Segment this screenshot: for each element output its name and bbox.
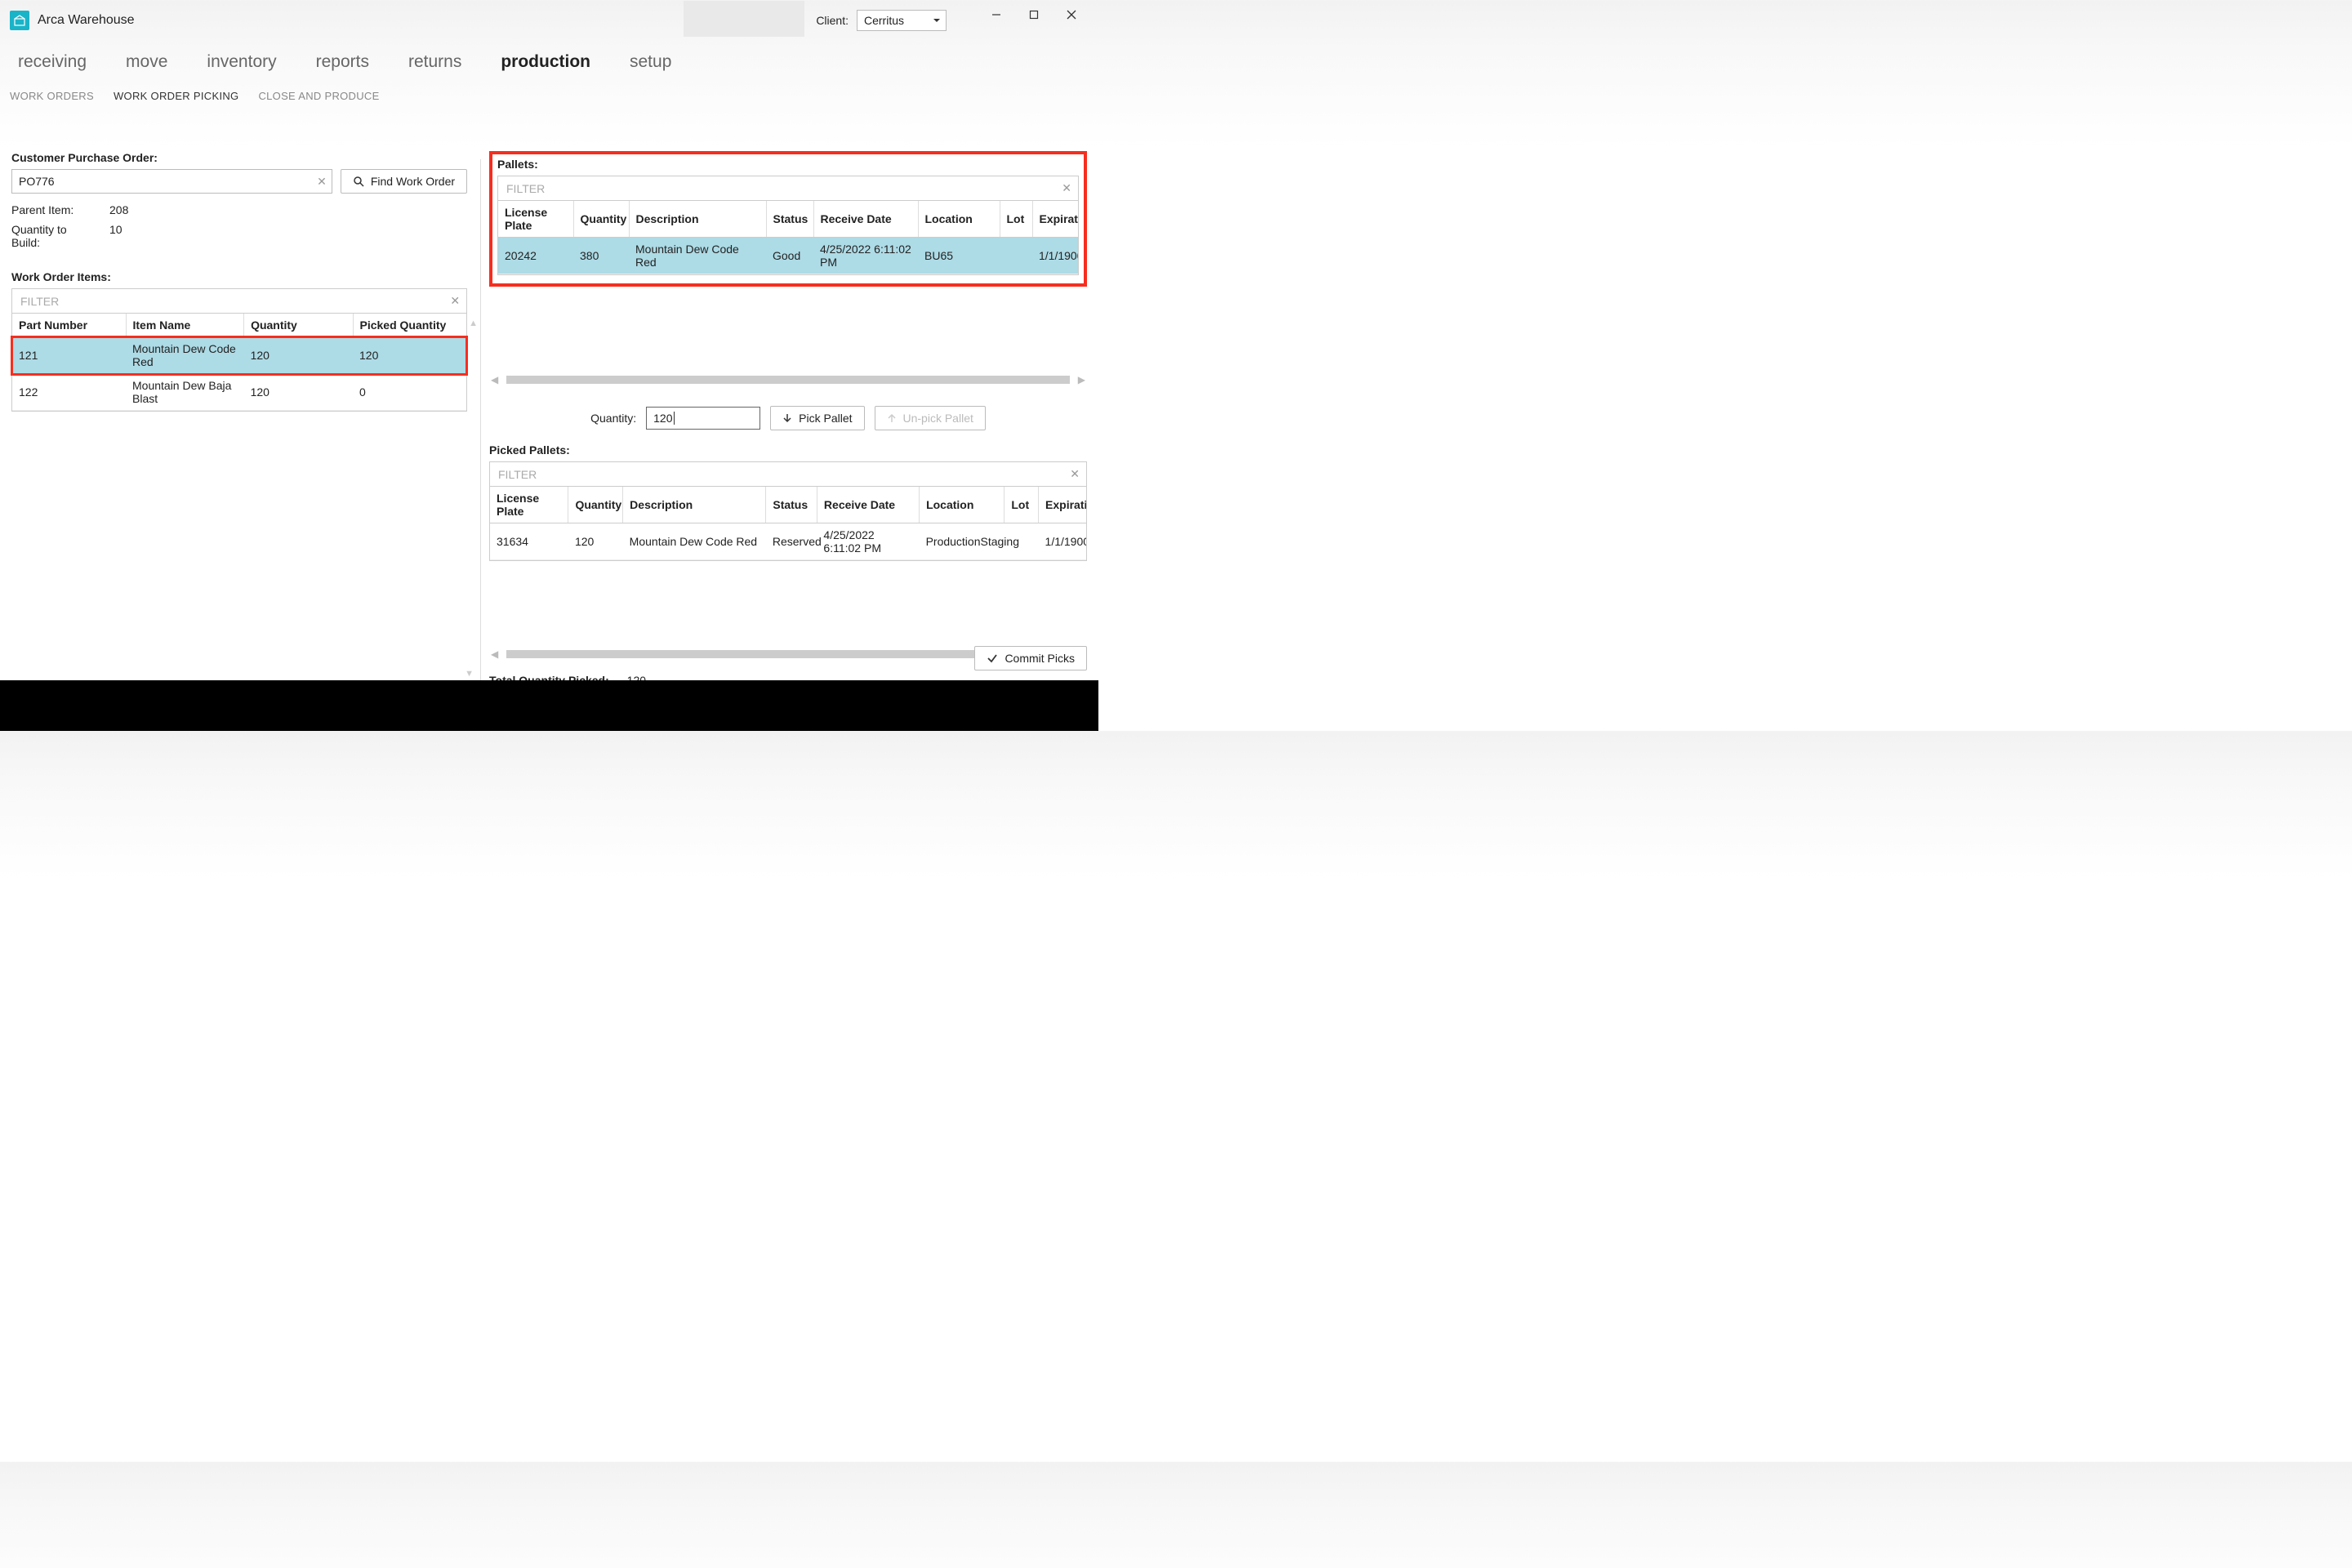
column-header[interactable]: Item Name <box>126 314 244 337</box>
inactive-tab[interactable] <box>684 1 804 37</box>
arrow-up-icon <box>887 413 897 423</box>
column-header[interactable]: License Plate <box>490 487 568 523</box>
clear-icon[interactable]: ✕ <box>450 294 460 308</box>
clear-icon[interactable]: ✕ <box>1062 181 1071 195</box>
client-label: Client: <box>816 14 849 27</box>
client-select[interactable]: Cerritus <box>857 10 947 31</box>
close-button[interactable] <box>1053 3 1090 26</box>
quantity-value: 120 <box>653 412 672 425</box>
nav-inventory[interactable]: inventory <box>207 52 276 72</box>
titlebar: Arca Warehouse Client: Cerritus <box>0 0 1098 41</box>
minimize-button[interactable] <box>978 3 1015 26</box>
picked-filter-input[interactable]: FILTER ✕ <box>490 462 1086 487</box>
filter-placeholder: FILTER <box>506 182 545 195</box>
pallets-label: Pallets: <box>497 158 1079 171</box>
parent-item-value: 208 <box>109 203 128 216</box>
column-header[interactable]: Description <box>623 487 766 523</box>
maximize-button[interactable] <box>1015 3 1053 26</box>
column-header[interactable]: Lot <box>1000 201 1032 238</box>
commit-picks-button[interactable]: Commit Picks <box>974 646 1087 670</box>
po-label: Customer Purchase Order: <box>11 151 467 164</box>
nav-receiving[interactable]: receiving <box>18 52 87 72</box>
unpick-label: Un-pick Pallet <box>903 412 973 425</box>
window-controls <box>978 3 1090 26</box>
picked-pallets-table: FILTER ✕ License PlateQuantityDescriptio… <box>489 461 1087 561</box>
quantity-input[interactable]: 120 <box>646 407 760 430</box>
pallets-filter-input[interactable]: FILTER ✕ <box>498 176 1078 201</box>
qty-build-label: Quantity to Build: <box>11 223 93 249</box>
filter-placeholder: FILTER <box>498 468 537 481</box>
items-filter-input[interactable]: FILTER ✕ <box>12 289 466 314</box>
column-header[interactable]: License Plate <box>498 201 573 238</box>
find-work-order-button[interactable]: Find Work Order <box>341 169 467 194</box>
check-icon <box>987 653 998 664</box>
app-title: Arca Warehouse <box>38 13 135 28</box>
find-label: Find Work Order <box>371 175 455 188</box>
filter-placeholder: FILTER <box>20 295 59 308</box>
left-pane: Customer Purchase Order: PO776 ✕ Find Wo… <box>11 151 472 680</box>
column-header[interactable]: Location <box>918 201 1000 238</box>
bottom-bar <box>0 680 1098 731</box>
quantity-label: Quantity: <box>590 412 636 425</box>
unpick-pallet-button[interactable]: Un-pick Pallet <box>875 406 986 430</box>
subnav-item[interactable]: CLOSE AND PRODUCE <box>258 90 379 102</box>
scroll-left-icon[interactable]: ◀ <box>489 374 500 385</box>
column-header[interactable]: Description <box>629 201 766 238</box>
column-header[interactable]: Receive Date <box>817 487 919 523</box>
nav-reports[interactable]: reports <box>316 52 369 72</box>
column-header[interactable]: Quantity <box>568 487 623 523</box>
column-header[interactable]: Status <box>766 487 817 523</box>
scroll-up-icon[interactable]: ▲ <box>469 318 478 328</box>
client-selected: Cerritus <box>864 14 904 27</box>
qty-build-value: 10 <box>109 223 122 249</box>
po-input[interactable]: PO776 ✕ <box>11 169 332 194</box>
sub-nav: WORK ORDERS WORK ORDER PICKING CLOSE AND P… <box>0 90 1098 118</box>
chevron-down-icon <box>933 16 941 24</box>
parent-item-label: Parent Item: <box>11 203 93 216</box>
nav-returns[interactable]: returns <box>408 52 461 72</box>
picked-pallets-label: Picked Pallets: <box>489 443 1087 457</box>
column-header[interactable]: Receive Date <box>813 201 918 238</box>
column-header[interactable]: Picked Quantity <box>353 314 466 337</box>
chevron-down-icon[interactable]: ▼ <box>465 669 474 679</box>
po-value: PO776 <box>19 175 55 188</box>
pallets-highlight: Pallets: FILTER ✕ License PlateQuantityD… <box>489 151 1087 287</box>
nav-setup[interactable]: setup <box>630 52 671 72</box>
app-icon <box>10 11 29 30</box>
pallets-table: FILTER ✕ License PlateQuantityDescriptio… <box>497 176 1079 275</box>
work-order-items-label: Work Order Items: <box>11 270 467 283</box>
pane-divider <box>480 159 481 680</box>
column-header[interactable]: Quantity <box>573 201 629 238</box>
clear-icon[interactable]: ✕ <box>1070 467 1080 481</box>
column-header[interactable]: Location <box>920 487 1004 523</box>
pick-label: Pick Pallet <box>799 412 852 425</box>
right-pane: Pallets: FILTER ✕ License PlateQuantityD… <box>489 151 1087 680</box>
nav-production[interactable]: production <box>501 52 590 72</box>
pick-pallet-button[interactable]: Pick Pallet <box>770 406 864 430</box>
arrow-down-icon <box>782 413 792 423</box>
column-header[interactable]: Status <box>766 201 813 238</box>
column-header[interactable]: Expirati <box>1032 201 1078 238</box>
column-header[interactable]: Quantity <box>244 314 353 337</box>
scroll-right-icon[interactable]: ▶ <box>1076 374 1087 385</box>
table-row[interactable]: 122Mountain Dew Baja Blast1200 <box>12 374 466 411</box>
pallets-hscroll[interactable]: ◀ ▶ <box>489 375 1087 385</box>
clear-icon[interactable]: ✕ <box>317 175 327 189</box>
subnav-item[interactable]: WORK ORDERS <box>10 90 94 102</box>
work-order-items-table: FILTER ✕ Part NumberItem NameQuantityPic… <box>11 288 467 412</box>
column-header[interactable]: Expirati <box>1039 487 1086 523</box>
scroll-left-icon[interactable]: ◀ <box>489 648 500 660</box>
column-header[interactable]: Part Number <box>12 314 126 337</box>
search-icon <box>353 176 364 187</box>
subnav-item[interactable]: WORK ORDER PICKING <box>114 90 238 102</box>
column-header[interactable]: Lot <box>1004 487 1039 523</box>
main-nav: receiving move inventory reports returns prod… <box>0 41 1098 90</box>
table-row[interactable]: 31634120Mountain Dew Code RedReserved4/2… <box>490 523 1086 560</box>
table-row[interactable]: 20242380Mountain Dew Code RedGood4/25/20… <box>498 238 1078 274</box>
nav-move[interactable]: move <box>126 52 167 72</box>
table-row[interactable]: 121Mountain Dew Code Red120120 <box>12 337 466 374</box>
commit-label: Commit Picks <box>1004 652 1075 665</box>
